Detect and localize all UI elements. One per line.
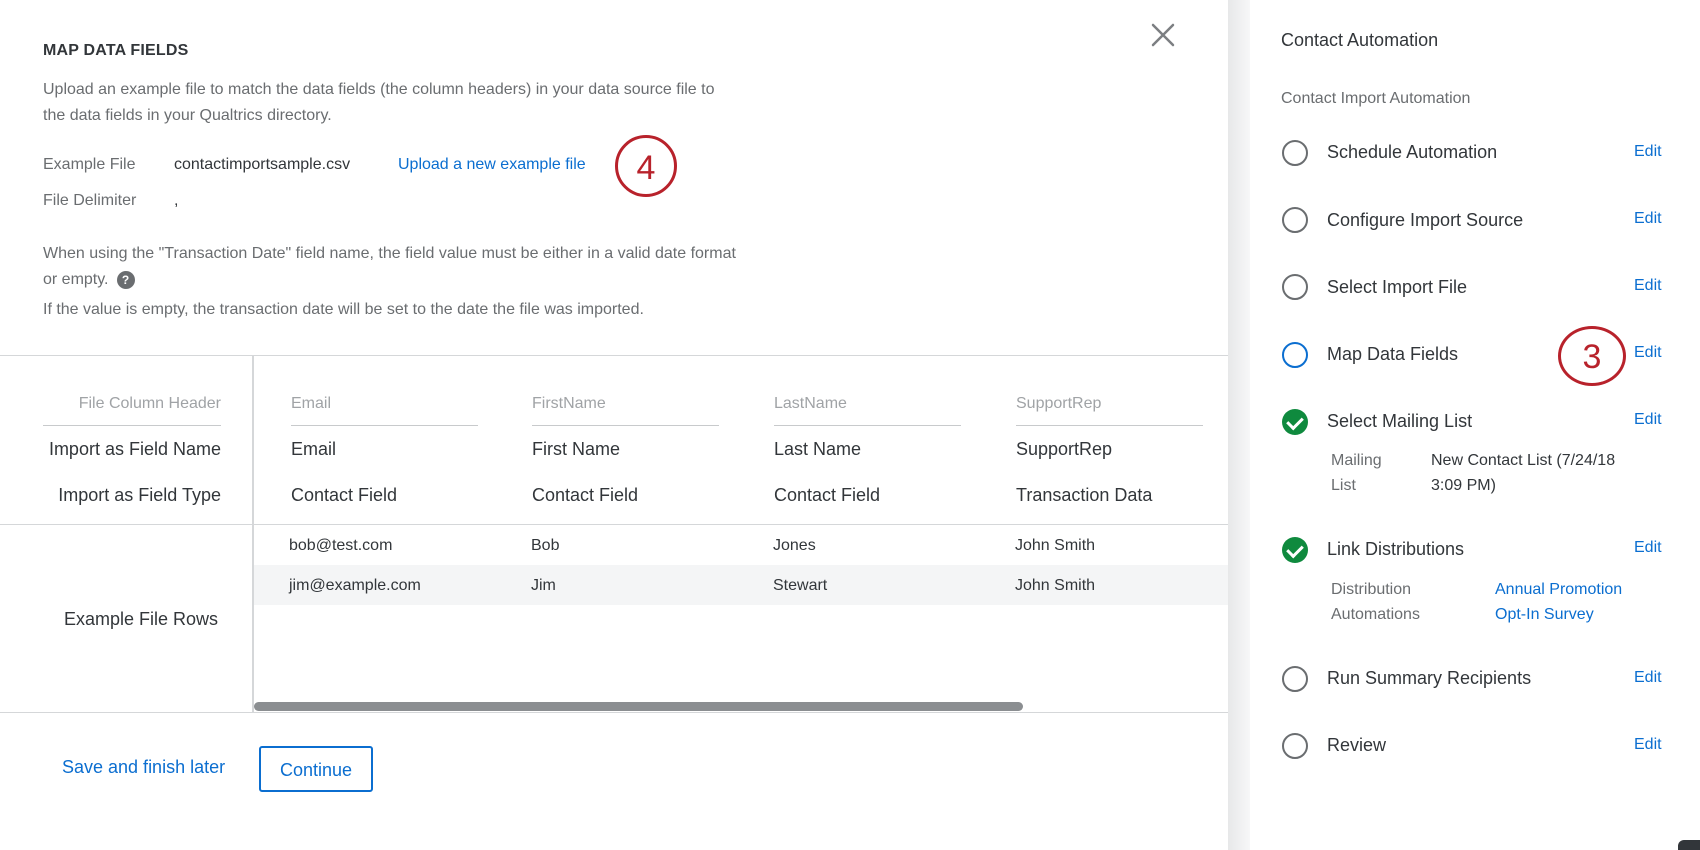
table-cell: Jones (773, 537, 816, 554)
edit-run-summary-recipients[interactable]: Edit (1634, 669, 1662, 687)
sidebar-title: Contact Automation (1281, 30, 1439, 50)
step-configure-import-source: Configure Import Source (1327, 210, 1524, 230)
field-name-email[interactable]: Email (291, 439, 336, 460)
column-header-underline (532, 425, 719, 426)
step-map-data-fields: Map Data Fields (1327, 344, 1459, 364)
row-label-column-header: File Column Header (78, 395, 221, 412)
file-delimiter-label: File Delimiter (43, 192, 137, 209)
mailing-list-value-line: 3:09 PM) (1431, 477, 1496, 494)
upload-new-example-link[interactable]: Upload a new example file (398, 156, 586, 174)
field-type-email[interactable]: Contact Field (291, 485, 397, 506)
distribution-label-line: Automations (1331, 606, 1420, 623)
table-cell: Stewart (773, 577, 828, 594)
step-link-distributions: Link Distributions (1327, 539, 1465, 559)
file-delimiter-value: , (174, 192, 179, 209)
field-name-supportrep[interactable]: SupportRep (1016, 439, 1112, 460)
callout-marker-3: 3 (1558, 326, 1626, 386)
table-top-divider (0, 355, 1228, 356)
transaction-date-note-text: When using the "Transaction Date" field … (43, 245, 736, 288)
step-select-mailing-list: Select Mailing List (1327, 411, 1473, 431)
step-complete-check-icon (1282, 409, 1308, 435)
distribution-link-opt-in-survey[interactable]: Opt-In Survey (1495, 602, 1622, 627)
step-status-circle-icon (1282, 274, 1308, 300)
step-select-import-file: Select Import File (1327, 277, 1468, 297)
mailing-list-label: Mailing List (1331, 448, 1382, 498)
distribution-automations-label: Distribution Automations (1331, 577, 1420, 627)
field-type-firstname[interactable]: Contact Field (532, 485, 638, 506)
table-cell: John Smith (1015, 577, 1096, 594)
table-cell: Jim (531, 577, 556, 594)
edit-link-distributions[interactable]: Edit (1634, 539, 1662, 557)
transaction-date-note: When using the "Transaction Date" field … (43, 241, 743, 293)
field-name-lastname[interactable]: Last Name (774, 439, 861, 460)
step-schedule-automation: Schedule Automation (1327, 142, 1498, 162)
step-active-circle-icon (1282, 342, 1308, 368)
table-bottom-divider (0, 712, 1228, 713)
automation-sidebar (1250, 0, 1700, 850)
help-icon[interactable]: ? (116, 270, 135, 289)
distribution-link-annual-promotion[interactable]: Annual Promotion (1495, 577, 1622, 602)
step-status-circle-icon (1282, 207, 1308, 233)
column-header-email: Email (291, 395, 332, 412)
edit-select-import-file[interactable]: Edit (1634, 277, 1662, 295)
mailing-list-label-line: Mailing (1331, 452, 1382, 469)
edit-schedule-automation[interactable]: Edit (1634, 143, 1662, 161)
page-title: MAP DATA FIELDS (43, 42, 189, 59)
step-status-circle-icon (1282, 666, 1308, 692)
column-header-underline (774, 425, 961, 426)
column-header-firstname: FirstName (532, 395, 606, 412)
page-description: Upload an example file to match the data… (43, 81, 715, 124)
edit-select-mailing-list[interactable]: Edit (1634, 411, 1662, 429)
edit-map-data-fields[interactable]: Edit (1634, 344, 1662, 362)
step-review: Review (1327, 735, 1387, 755)
column-header-underline (1016, 425, 1203, 426)
row-label-field-type: Import as Field Type (58, 485, 221, 505)
table-cell: jim@example.com (289, 577, 421, 594)
sidebar-shadow (1228, 0, 1250, 850)
table-cell: Bob (531, 537, 560, 554)
field-name-firstname[interactable]: First Name (532, 439, 620, 460)
row-label-field-name: Import as Field Name (48, 439, 221, 459)
distribution-label-line: Distribution (1331, 581, 1412, 598)
column-header-supportrep: SupportRep (1016, 395, 1102, 412)
edit-configure-import-source[interactable]: Edit (1634, 210, 1662, 228)
row-label-underline (43, 425, 221, 426)
table-cell: John Smith (1015, 537, 1096, 554)
field-type-lastname[interactable]: Contact Field (774, 485, 880, 506)
horizontal-scrollbar[interactable] (254, 702, 1023, 711)
empty-value-note: If the value is empty, the transaction d… (43, 301, 644, 318)
column-header-underline (291, 425, 478, 426)
step-run-summary-recipients: Run Summary Recipients (1327, 668, 1532, 688)
mailing-list-value-line: New Contact List (7/24/18 (1431, 452, 1616, 469)
sidebar-subtitle: Contact Import Automation (1281, 90, 1471, 107)
step-status-circle-icon (1282, 733, 1308, 759)
distribution-links: Annual Promotion Opt-In Survey (1495, 577, 1622, 627)
example-file-name: contactimportsample.csv (174, 156, 351, 173)
save-and-finish-later-button[interactable]: Save and finish later (62, 757, 225, 778)
column-header-lastname: LastName (774, 395, 847, 412)
edit-review[interactable]: Edit (1634, 736, 1662, 754)
close-icon[interactable] (1150, 22, 1176, 48)
table-cell: bob@test.com (289, 537, 393, 554)
corner-widget[interactable] (1678, 840, 1700, 850)
mailing-list-value: New Contact List (7/24/18 3:09 PM) (1431, 448, 1615, 498)
callout-marker-4: 4 (615, 135, 677, 197)
continue-button[interactable]: Continue (259, 746, 373, 792)
row-label-example-rows: Example File Rows (63, 609, 218, 629)
example-file-label: Example File (43, 156, 136, 173)
table-header-divider (0, 524, 1228, 525)
step-complete-check-icon (1282, 537, 1308, 563)
step-status-circle-icon (1282, 140, 1308, 166)
mailing-list-label-line: List (1331, 477, 1356, 494)
field-type-supportrep[interactable]: Transaction Data (1016, 485, 1152, 506)
